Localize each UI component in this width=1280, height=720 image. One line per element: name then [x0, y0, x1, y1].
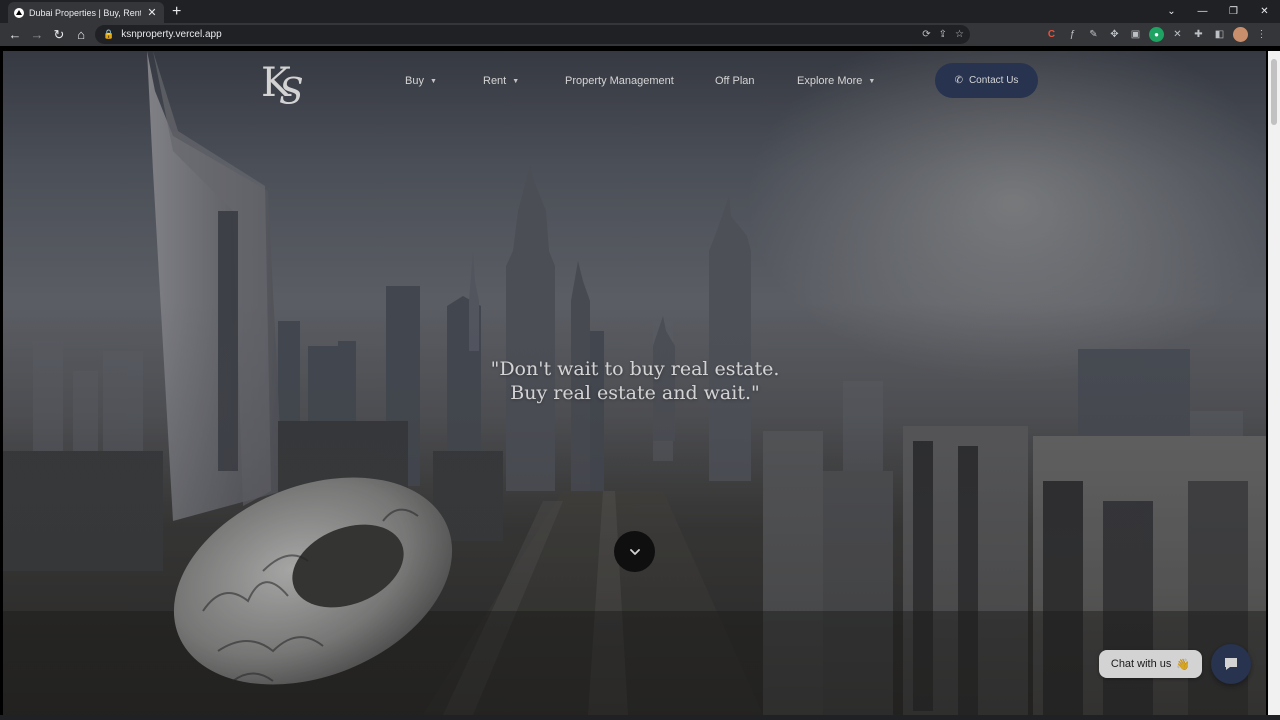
phone-icon: ✆ [954, 75, 963, 86]
omnibox-actions: ⟳ ⇪ ☆ [922, 25, 964, 44]
address-url[interactable]: ksnproperty.vercel.app [121, 29, 221, 40]
nav-property-management[interactable]: Property Management [565, 75, 715, 87]
chevron-down-icon [629, 548, 640, 555]
waving-hand-icon: 👋 [1176, 658, 1191, 671]
address-bar[interactable]: 🔒 ksnproperty.vercel.app ⟳ ⇪ ☆ [95, 25, 970, 44]
hero-section: K S Buy ▼ Rent ▼ Property Management Off… [3, 51, 1266, 715]
nav-buy-label: Buy [405, 75, 424, 87]
lock-icon[interactable]: 🔒 [103, 29, 114, 40]
chat-with-us-pill[interactable]: Chat with us 👋 [1099, 650, 1202, 678]
translate-icon[interactable]: ⟳ [922, 29, 930, 40]
hero-quote: "Don't wait to buy real estate. Buy real… [383, 357, 887, 405]
page-scrollbar[interactable] [1268, 51, 1280, 715]
browser-toolbar: ← → ↻ ⌂ 🔒 ksnproperty.vercel.app ⟳ ⇪ ☆ C… [0, 23, 1280, 46]
chat-bubble-icon [1225, 658, 1237, 670]
bookmark-star-icon[interactable]: ☆ [955, 29, 964, 40]
extension-function-icon[interactable]: ƒ [1065, 27, 1080, 42]
chat-open-button[interactable] [1211, 644, 1251, 684]
contact-us-button[interactable]: ✆ Contact Us [935, 63, 1038, 98]
nav-off-plan-label: Off Plan [715, 75, 755, 87]
chat-label: Chat with us [1110, 658, 1172, 670]
site-favicon-icon [14, 7, 24, 18]
extension-move-icon[interactable]: ✥ [1107, 27, 1122, 42]
nav-off-plan[interactable]: Off Plan [715, 75, 797, 87]
share-icon[interactable]: ⇪ [939, 29, 947, 40]
hero-quote-line-2: Buy real estate and wait." [510, 382, 760, 404]
chevron-down-icon: ▼ [868, 77, 876, 85]
nav-explore-more[interactable]: Explore More ▼ [797, 75, 875, 87]
scroll-down-button[interactable] [614, 531, 655, 572]
chevron-down-icon: ▼ [429, 77, 437, 85]
tab-search-icon[interactable]: ⌄ [1156, 0, 1187, 23]
forward-icon[interactable]: → [26, 23, 48, 46]
window-bottom-edge [0, 715, 1280, 720]
back-icon[interactable]: ← [4, 23, 26, 46]
new-tab-icon[interactable]: + [172, 3, 181, 21]
extension-pen-icon[interactable]: ✎ [1086, 27, 1101, 42]
extension-crossed-icon[interactable]: ✕ [1170, 27, 1185, 42]
home-icon[interactable]: ⌂ [70, 23, 92, 46]
chevron-down-icon: ▼ [512, 77, 520, 85]
chrome-menu-icon[interactable]: ⋮ [1254, 27, 1269, 42]
window-controls: ⌄ — ❐ ✕ [1156, 0, 1280, 23]
main-nav: Buy ▼ Rent ▼ Property Management Off Pla… [405, 71, 875, 91]
nav-buy[interactable]: Buy ▼ [405, 75, 483, 87]
nav-property-management-label: Property Management [565, 75, 674, 87]
reload-icon[interactable]: ↻ [48, 23, 70, 46]
contact-us-label: Contact Us [968, 75, 1019, 86]
profile-avatar[interactable] [1233, 27, 1248, 42]
window-close-icon[interactable]: ✕ [1249, 0, 1280, 23]
browser-tab[interactable]: Dubai Properties | Buy, Rent, and ✕ [8, 2, 164, 23]
extensions-area: C ƒ ✎ ✥ ▣ ● ✕ ✚ ◧ ⋮ [1044, 23, 1269, 46]
nav-rent[interactable]: Rent ▼ [483, 75, 565, 87]
scrollbar-thumb[interactable] [1271, 59, 1277, 125]
side-panel-icon[interactable]: ◧ [1212, 27, 1227, 42]
ks-logo[interactable]: K S [259, 54, 307, 108]
extension-window-icon[interactable]: ▣ [1128, 27, 1143, 42]
svg-text:S: S [279, 72, 304, 108]
nav-explore-more-label: Explore More [797, 75, 863, 87]
hero-quote-line-1: "Don't wait to buy real estate. [490, 358, 780, 380]
extension-c-icon[interactable]: C [1044, 27, 1059, 42]
extensions-puzzle-icon[interactable]: ✚ [1191, 27, 1206, 42]
nav-rent-label: Rent [483, 75, 507, 87]
tab-title: Dubai Properties | Buy, Rent, and [29, 7, 141, 18]
browser-tab-strip: Dubai Properties | Buy, Rent, and ✕ + ⌄ … [0, 0, 1280, 23]
restore-icon[interactable]: ❐ [1218, 0, 1249, 23]
close-tab-icon[interactable]: ✕ [146, 6, 158, 19]
extension-green-icon[interactable]: ● [1149, 27, 1164, 42]
minimize-icon[interactable]: — [1187, 0, 1218, 23]
